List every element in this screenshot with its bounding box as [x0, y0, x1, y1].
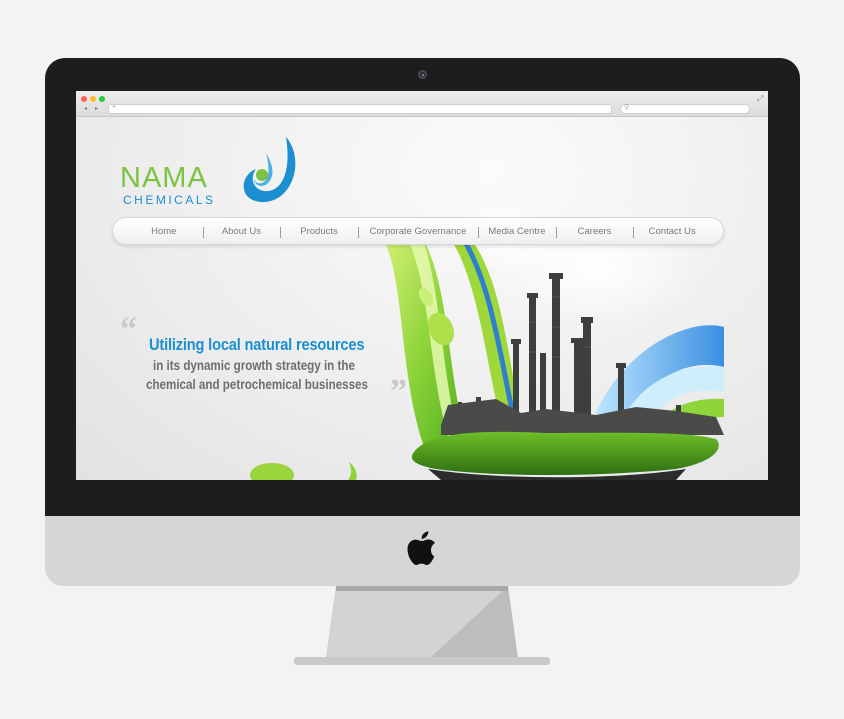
monitor-stand [326, 586, 518, 658]
nav-about-us[interactable]: About Us [202, 226, 281, 238]
hero-headline: Utilizing local natural resources [149, 335, 365, 354]
nav-careers[interactable]: Careers [555, 226, 634, 238]
back-button[interactable]: ◂ [81, 105, 90, 113]
forward-button[interactable]: ▸ [92, 105, 101, 113]
browser-toolbar: ◂ ▸ + ⚲ ⤢ [76, 91, 768, 117]
browser-search-input[interactable]: ⚲ [620, 104, 750, 114]
apple-logo-icon [407, 531, 435, 565]
logo-name[interactable]: NAMA [120, 162, 208, 195]
website: NAMA CHEMICALS Home About Us Products Co… [76, 117, 768, 480]
webcam-icon [418, 70, 427, 79]
nav-products[interactable]: Products [280, 226, 358, 238]
logo-subname[interactable]: CHEMICALS [123, 193, 216, 207]
nav-corporate-governance[interactable]: Corporate Governance [357, 226, 478, 238]
expand-icon[interactable]: ⤢ [757, 94, 763, 104]
address-bar[interactable]: + [108, 104, 612, 114]
hero-tagline-line-2: chemical and petrochemical businesses [146, 377, 368, 392]
minimize-window-button[interactable] [90, 96, 96, 102]
search-icon: ⚲ [624, 104, 630, 111]
main-navigation: Home About Us Products Corporate Governa… [112, 217, 724, 245]
nav-home[interactable]: Home [125, 226, 203, 237]
hero-tagline-line-1: in its dynamic growth strategy in the [153, 358, 355, 373]
maximize-window-button[interactable] [99, 96, 105, 102]
nav-contact-us[interactable]: Contact Us [633, 226, 711, 238]
open-quote-icon: “ [120, 311, 137, 348]
plus-icon: + [112, 104, 117, 111]
close-window-button[interactable] [81, 96, 87, 102]
nama-logo-icon[interactable] [242, 135, 298, 207]
close-quote-icon: ” [390, 373, 407, 410]
screen: ◂ ▸ + ⚲ ⤢ NAMA CHEMICALS Home About Us P… [76, 91, 768, 480]
monitor-stand-base [294, 657, 550, 665]
nav-media-centre[interactable]: Media Centre [478, 226, 556, 238]
